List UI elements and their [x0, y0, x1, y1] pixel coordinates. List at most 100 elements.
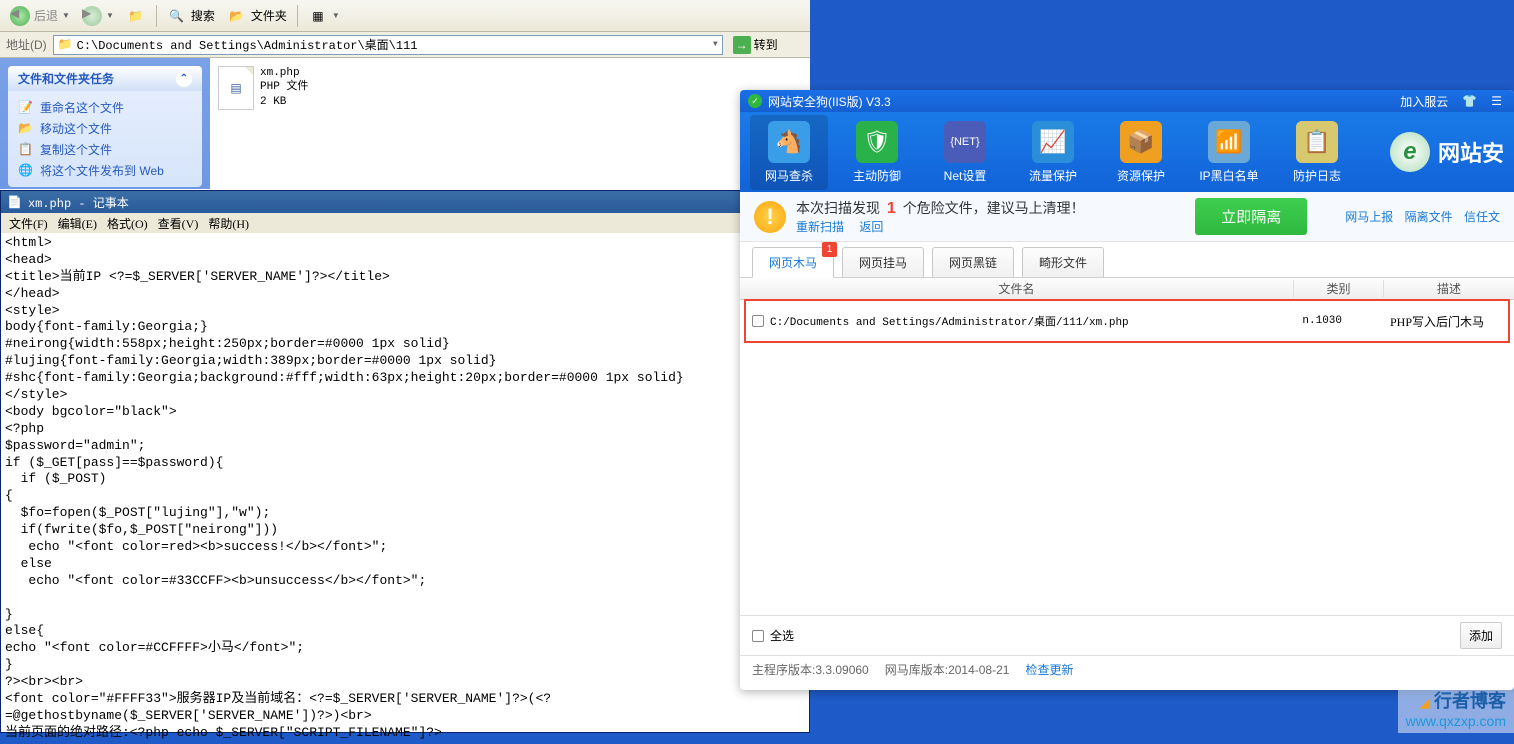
th-category[interactable]: 类别: [1294, 280, 1384, 297]
table-empty-area: [740, 345, 1514, 615]
task-panel-header[interactable]: 文件和文件夹任务 ⌃: [8, 66, 202, 91]
task-items: 📝重命名这个文件 📂 移动这个文件 📋复制这个文件 🌐将这个文件发布到 Web: [8, 91, 202, 187]
menu-file[interactable]: 文件(F): [5, 213, 52, 234]
tool-defense[interactable]: 🛡主动防御: [838, 115, 916, 190]
folders-button[interactable]: 📂 文件夹: [223, 4, 291, 28]
add-button[interactable]: 添加: [1460, 622, 1502, 649]
tool-traffic[interactable]: 📈流量保护: [1014, 115, 1092, 190]
notepad-menubar: 文件(F) 编辑(E) 格式(O) 查看(V) 帮助(H): [1, 213, 809, 233]
brand-text: 网站安: [1438, 136, 1504, 168]
th-desc[interactable]: 描述: [1384, 280, 1514, 297]
scan-result-bar: ! 本次扫描发现 1 个危险文件，建议马上清理！ 重新扫描 返回 立即隔离 网马…: [740, 192, 1514, 242]
address-label: 地址(D): [6, 36, 47, 53]
task-item-move[interactable]: 📂 移动这个文件: [18, 118, 192, 139]
tab-label: 网页木马: [769, 256, 817, 270]
tab-badge: 1: [822, 242, 837, 257]
folder-icon: 📁: [58, 37, 73, 52]
back-button[interactable]: ◀ 后退 ▼: [6, 4, 74, 28]
tool-log[interactable]: 📋防护日志: [1278, 115, 1356, 190]
brand: e 网站安: [1390, 132, 1504, 172]
collapse-icon[interactable]: ⌃: [176, 71, 192, 87]
explorer-toolbar: ◀ 后退 ▼ ▶ ▼ 📁 🔍 搜索 📂 文件夹 ▦ ▼: [0, 0, 810, 32]
tool-resource[interactable]: 📦资源保护: [1102, 115, 1180, 190]
notepad-icon: 📄: [7, 195, 22, 210]
view-button[interactable]: ▦ ▼: [304, 4, 344, 28]
db-version: 网马库版本:2014-08-21: [885, 661, 1010, 678]
address-input[interactable]: 📁 C:\Documents and Settings\Administrato…: [53, 35, 723, 55]
shirt-icon[interactable]: 👕: [1458, 92, 1481, 110]
select-all-checkbox[interactable]: [752, 630, 764, 642]
watermark-cn: 行者博客: [1434, 691, 1506, 711]
security-app-window: ✓ 网站安全狗(IIS版) V3.3 加入服云 👕 ☰ 🐴 网马查杀 🛡主动防御 …: [740, 90, 1514, 690]
back-link[interactable]: 返回: [859, 220, 883, 234]
tool-label: 网马查杀: [765, 167, 813, 184]
warning-icon: !: [754, 201, 786, 233]
tab-blacklink[interactable]: 网页黑链: [932, 247, 1014, 277]
row-checkbox[interactable]: [752, 315, 764, 327]
go-button[interactable]: → 转到: [729, 34, 782, 56]
tool-label: 流量保护: [1029, 167, 1077, 184]
rescan-link[interactable]: 重新扫描: [796, 220, 844, 234]
tab-label: 畸形文件: [1039, 256, 1087, 270]
move-icon: 📂: [18, 121, 34, 137]
task-item-copy[interactable]: 📋复制这个文件: [18, 139, 192, 160]
web-icon: 🌐: [18, 163, 34, 179]
up-button[interactable]: 📁: [122, 4, 150, 28]
explorer-body: 文件和文件夹任务 ⌃ 📝重命名这个文件 📂 移动这个文件 📋复制这个文件 🌐将这个…: [0, 58, 810, 189]
th-filename[interactable]: 文件名: [740, 280, 1294, 297]
quarantine-link[interactable]: 隔离文件: [1405, 210, 1453, 224]
tool-label: 主动防御: [853, 167, 901, 184]
report-link[interactable]: 网马上报: [1345, 210, 1393, 224]
table-row[interactable]: C:/Documents and Settings/Administrator/…: [746, 301, 1508, 341]
td-category: n.1030: [1282, 315, 1372, 327]
box-icon: 📦: [1120, 121, 1162, 163]
go-label: 转到: [754, 36, 778, 53]
scan-count: 1: [887, 200, 896, 217]
menu-view[interactable]: 查看(V): [154, 213, 203, 234]
task-panel-title: 文件和文件夹任务: [18, 70, 114, 87]
task-panel: 文件和文件夹任务 ⌃ 📝重命名这个文件 📂 移动这个文件 📋复制这个文件 🌐将这个…: [8, 66, 202, 187]
table-header: 文件名 类别 描述: [740, 278, 1514, 300]
tab-malformed[interactable]: 畸形文件: [1022, 247, 1104, 277]
tool-scan[interactable]: 🐴 网马查杀: [750, 115, 828, 190]
menu-icon[interactable]: ☰: [1487, 92, 1506, 110]
log-icon: 📋: [1296, 121, 1338, 163]
cloud-link[interactable]: 加入服云: [1396, 91, 1452, 112]
task-label: 移动这个文件: [40, 120, 112, 137]
tab-iframe[interactable]: 网页挂马: [842, 247, 924, 277]
file-item[interactable]: ▤ xm.php PHP 文件 2 KB: [216, 64, 396, 112]
tab-webshell[interactable]: 网页木马 1: [752, 247, 834, 278]
net-icon: {NET}: [944, 121, 986, 163]
file-size: 2 KB: [260, 95, 308, 109]
menu-help[interactable]: 帮助(H): [204, 213, 253, 234]
td-filename: C:/Documents and Settings/Administrator/…: [770, 313, 1129, 329]
secapp-titlebar[interactable]: ✓ 网站安全狗(IIS版) V3.3 加入服云 👕 ☰: [740, 90, 1514, 112]
top-links: 网马上报 隔离文件 信任文: [1337, 208, 1500, 225]
tool-iplist[interactable]: 📶IP黑白名单: [1190, 115, 1268, 190]
menu-edit[interactable]: 编辑(E): [54, 213, 101, 234]
watermark: ◢ 行者博客 www.qxzxp.com: [1398, 683, 1514, 733]
folders-label: 文件夹: [251, 7, 287, 24]
task-item-rename[interactable]: 📝重命名这个文件: [18, 97, 192, 118]
search-button[interactable]: 🔍 搜索: [163, 4, 219, 28]
addressbar: 地址(D) 📁 C:\Documents and Settings\Admini…: [0, 32, 810, 58]
secapp-toolbar: 🐴 网马查杀 🛡主动防御 {NET}Net设置 📈流量保护 📦资源保护 📶IP黑白…: [740, 112, 1514, 192]
notepad-content[interactable]: <html> <head> <title>当前IP <?=$_SERVER['S…: [1, 233, 809, 744]
menu-format[interactable]: 格式(O): [103, 213, 152, 234]
tab-label: 网页黑链: [949, 256, 997, 270]
folder-up-icon: 📁: [126, 6, 146, 26]
explorer-window: ◀ 后退 ▼ ▶ ▼ 📁 🔍 搜索 📂 文件夹 ▦ ▼ 地址(D) 📁 C:: [0, 0, 810, 190]
isolate-button[interactable]: 立即隔离: [1195, 198, 1307, 235]
chevron-down-icon[interactable]: ▼: [713, 40, 718, 49]
notepad-titlebar[interactable]: 📄 xm.php - 记事本: [1, 191, 809, 213]
file-info: xm.php PHP 文件 2 KB: [260, 66, 308, 110]
file-area[interactable]: ▤ xm.php PHP 文件 2 KB: [210, 58, 810, 189]
horse-icon: 🐴: [768, 121, 810, 163]
check-update-link[interactable]: 检查更新: [1025, 661, 1073, 678]
trust-link[interactable]: 信任文: [1464, 210, 1500, 224]
view-icon: ▦: [308, 6, 328, 26]
task-item-publish[interactable]: 🌐将这个文件发布到 Web: [18, 160, 192, 181]
tool-net[interactable]: {NET}Net设置: [926, 115, 1004, 190]
back-icon: ◀: [10, 6, 30, 26]
select-all-label[interactable]: 全选: [770, 627, 794, 644]
